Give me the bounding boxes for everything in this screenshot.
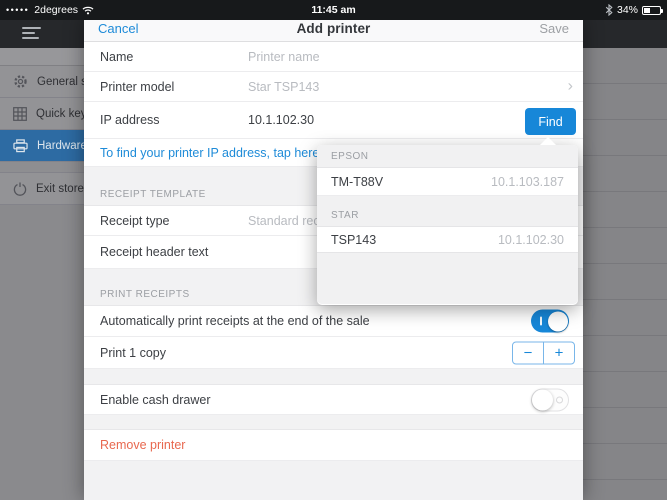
- cancel-button[interactable]: Cancel: [98, 21, 138, 36]
- sidebar-item-exit-store[interactable]: Exit store: [0, 173, 84, 205]
- sidebar-top-band: [0, 48, 84, 66]
- printer-name: TM-T88V: [331, 174, 384, 189]
- chevron-right-icon: ›: [567, 76, 573, 94]
- section-gap: [84, 415, 583, 430]
- decrement-button[interactable]: −: [513, 342, 543, 363]
- popover-group-header-star: STAR: [317, 196, 578, 227]
- auto-print-row: Automatically print receipts at the end …: [84, 306, 583, 337]
- copies-stepper: − +: [512, 341, 575, 364]
- print-receipts-section-label: PRINT RECEIPTS: [100, 289, 190, 300]
- battery-percent: 34%: [616, 4, 638, 16]
- sidebar-item-quick-keys[interactable]: Quick keys: [0, 98, 92, 130]
- carrier-label: 2degrees: [34, 4, 79, 16]
- remove-printer-row[interactable]: Remove printer: [84, 430, 583, 461]
- gear-icon: [14, 75, 27, 88]
- ip-address-label: IP address: [100, 113, 160, 127]
- name-row[interactable]: Name Printer name: [84, 42, 583, 72]
- printer-model-value: Star TSP143: [248, 79, 320, 94]
- printer-name: TSP143: [331, 232, 377, 247]
- auto-print-toggle[interactable]: [531, 309, 569, 333]
- battery-icon: [642, 5, 663, 15]
- receipt-header-text-label: Receipt header text: [100, 245, 209, 259]
- printer-icon: [13, 138, 28, 152]
- power-icon: [13, 182, 27, 196]
- printer-ip: 10.1.102.30: [497, 232, 564, 247]
- sidebar-item-label: Exit store: [36, 182, 84, 195]
- printer-model-row[interactable]: Printer model Star TSP143 ›: [84, 72, 583, 102]
- modal-footer-area: [84, 461, 583, 500]
- name-input[interactable]: Printer name: [248, 50, 320, 64]
- receipt-type-label: Receipt type: [100, 213, 170, 228]
- print-copies-label: Print 1 copy: [100, 345, 167, 360]
- popover-group-header-epson: EPSON: [317, 145, 578, 168]
- receipt-template-section-label: RECEIPT TEMPLATE: [100, 189, 206, 200]
- ip-help-link[interactable]: To find your printer IP address, tap her…: [100, 146, 319, 160]
- auto-print-label: Automatically print receipts at the end …: [100, 314, 370, 328]
- print-copies-row: Print 1 copy − +: [84, 337, 583, 369]
- ip-address-value[interactable]: 10.1.102.30: [248, 113, 314, 127]
- save-button[interactable]: Save: [539, 21, 569, 36]
- screen: ••••• 2degrees 11:45 am 34% General se Q…: [0, 0, 667, 500]
- sidebar-item-hardware[interactable]: Hardware: [0, 130, 87, 162]
- status-bar: ••••• 2degrees 11:45 am 34%: [0, 0, 667, 20]
- popover-printer-item[interactable]: TM-T88V 10.1.103.187: [317, 168, 578, 196]
- sidebar-item-label: Hardware: [37, 139, 87, 152]
- cash-drawer-label: Enable cash drawer: [100, 392, 211, 407]
- settings-sidebar: General se Quick keys Hardware Exit stor…: [0, 48, 93, 500]
- popover-printer-item[interactable]: TSP143 10.1.102.30: [317, 227, 578, 253]
- status-right: 34%: [605, 4, 663, 16]
- remove-printer-button[interactable]: Remove printer: [100, 438, 185, 452]
- wifi-icon: [82, 6, 94, 14]
- cash-drawer-toggle[interactable]: [531, 388, 569, 411]
- ip-address-row[interactable]: IP address 10.1.102.30 Find: [84, 102, 583, 139]
- name-label: Name: [100, 49, 134, 64]
- printer-list-popover: EPSON TM-T88V 10.1.103.187 STAR TSP143 1…: [317, 137, 578, 305]
- status-left: ••••• 2degrees: [6, 4, 94, 16]
- popover-footer-area: [317, 253, 578, 304]
- section-gap: [84, 369, 583, 385]
- sidebar-gap: [0, 162, 84, 173]
- modal-title: Add printer: [296, 20, 371, 36]
- signal-strength-icon: •••••: [6, 5, 30, 15]
- find-button[interactable]: Find: [525, 108, 576, 135]
- menu-icon[interactable]: [22, 27, 42, 41]
- dimmed-background: [583, 48, 667, 500]
- printer-model-label: Printer model: [100, 79, 175, 94]
- clock: 11:45 am: [311, 4, 356, 16]
- increment-button[interactable]: +: [543, 342, 574, 363]
- bluetooth-icon: [605, 4, 613, 16]
- printer-ip: 10.1.103.187: [491, 174, 564, 189]
- cash-drawer-row: Enable cash drawer: [84, 385, 583, 415]
- popover-arrow: [540, 137, 556, 145]
- sidebar-item-general-settings[interactable]: General se: [0, 66, 93, 98]
- grid-icon: [13, 106, 27, 121]
